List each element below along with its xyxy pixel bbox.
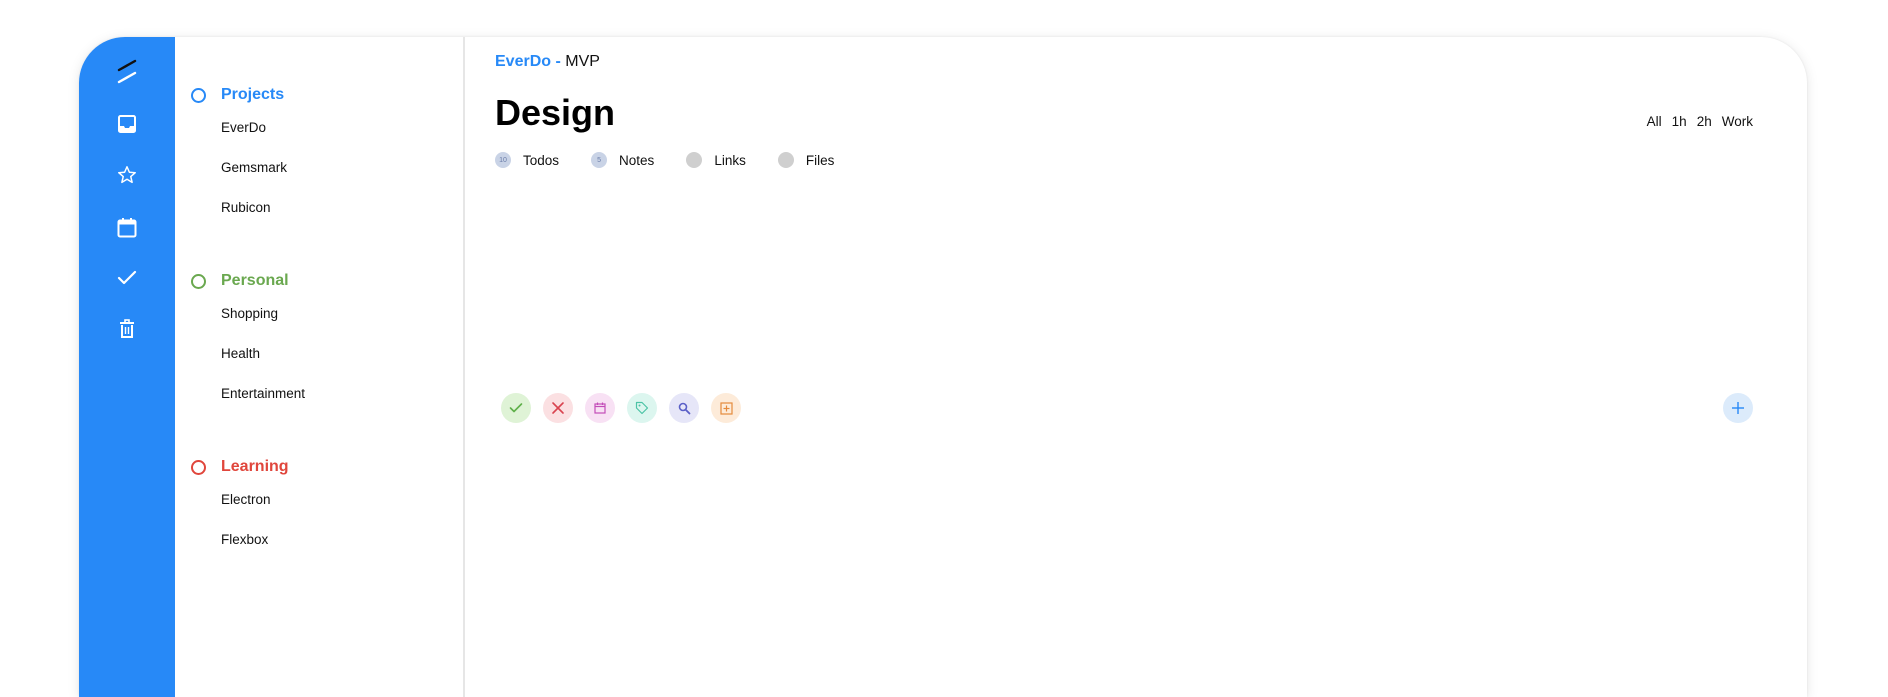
- close-icon[interactable]: [543, 393, 573, 423]
- sidebar-group-personal: Personal Shopping Health Entertainment: [175, 270, 463, 414]
- add-box-icon[interactable]: [711, 393, 741, 423]
- tab-label: Notes: [619, 152, 655, 168]
- breadcrumb-separator: -: [555, 53, 561, 70]
- tab-files[interactable]: Files: [777, 152, 835, 168]
- filter-1h[interactable]: 1h: [1672, 113, 1687, 131]
- breadcrumb: EverDo - MVP: [495, 52, 600, 72]
- circle-icon: [191, 274, 206, 289]
- tab-label: Files: [805, 152, 835, 168]
- tab-label: Todos: [523, 152, 560, 168]
- circle-icon: [191, 88, 206, 103]
- inbox-icon[interactable]: [79, 109, 175, 139]
- tab-notes[interactable]: 5 Notes: [591, 152, 654, 168]
- sidebar-group-projects: Projects EverDo Gemsmark Rubicon: [175, 84, 463, 228]
- count-badge: [777, 152, 794, 168]
- sidebar-item-electron[interactable]: Electron: [175, 480, 463, 520]
- project-sidebar: Projects EverDo Gemsmark Rubicon Persona…: [175, 37, 465, 697]
- sidebar-item-rubicon[interactable]: Rubicon: [175, 188, 463, 228]
- tab-links[interactable]: Links: [686, 152, 746, 168]
- check-icon[interactable]: [79, 263, 175, 293]
- group-header-projects[interactable]: Projects: [175, 84, 463, 108]
- group-header-learning[interactable]: Learning: [175, 456, 463, 480]
- sidebar-group-learning: Learning Electron Flexbox: [175, 456, 463, 560]
- page-title: Design: [495, 92, 616, 133]
- filter-2h[interactable]: 2h: [1697, 113, 1712, 131]
- tag-icon[interactable]: [627, 393, 657, 423]
- star-icon[interactable]: [79, 160, 175, 190]
- icon-rail: [79, 37, 175, 697]
- filter-work[interactable]: Work: [1722, 113, 1753, 131]
- count-badge: [686, 152, 703, 168]
- main-content: EverDo - MVP Design All 1h 2h Work 10 To…: [465, 37, 1807, 697]
- plus-icon: [1732, 402, 1744, 414]
- tab-label: Links: [714, 152, 746, 168]
- group-header-personal[interactable]: Personal: [175, 270, 463, 294]
- tab-todos[interactable]: 10 Todos: [495, 152, 559, 168]
- sidebar-item-health[interactable]: Health: [175, 334, 463, 374]
- calendar-icon[interactable]: [585, 393, 615, 423]
- sidebar-item-flexbox[interactable]: Flexbox: [175, 520, 463, 560]
- check-icon[interactable]: [501, 393, 531, 423]
- sidebar-item-entertainment[interactable]: Entertainment: [175, 374, 463, 414]
- count-badge: 5: [591, 152, 608, 168]
- sidebar-item-shopping[interactable]: Shopping: [175, 294, 463, 334]
- group-title: Personal: [221, 272, 289, 289]
- filter-all[interactable]: All: [1647, 113, 1662, 131]
- content-tabs: 10 Todos 5 Notes Links Files: [495, 152, 866, 168]
- count-badge: 10: [495, 152, 511, 168]
- group-title: Learning: [221, 458, 289, 475]
- time-filters: All 1h 2h Work: [1647, 113, 1753, 131]
- breadcrumb-project[interactable]: EverDo: [495, 53, 551, 70]
- breadcrumb-subproject[interactable]: MVP: [565, 53, 600, 70]
- trash-icon[interactable]: [79, 314, 175, 344]
- add-item-button[interactable]: [1723, 393, 1753, 423]
- circle-icon: [191, 460, 206, 475]
- action-toolbar: [501, 393, 741, 423]
- calendar-icon[interactable]: [79, 212, 175, 242]
- sidebar-item-everdo[interactable]: EverDo: [175, 108, 463, 148]
- app-window: Projects EverDo Gemsmark Rubicon Persona…: [79, 37, 1807, 697]
- logo-slash-icon[interactable]: [79, 57, 175, 87]
- sidebar-item-gemsmark[interactable]: Gemsmark: [175, 148, 463, 188]
- search-icon[interactable]: [669, 393, 699, 423]
- group-title: Projects: [221, 86, 285, 103]
